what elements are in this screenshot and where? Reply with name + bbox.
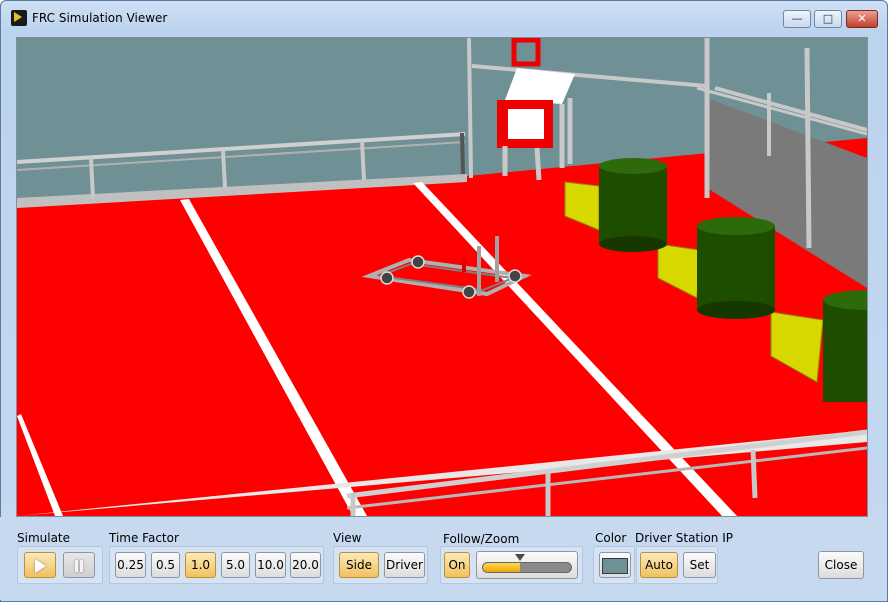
zoom-slider-fill <box>483 563 520 572</box>
view-label: View <box>333 531 362 545</box>
tower <box>697 226 775 310</box>
ip-set-button[interactable]: Set <box>683 552 716 578</box>
back-post <box>467 38 473 179</box>
time-factor-10-0-button[interactable]: 10.0 <box>255 552 286 578</box>
tower <box>823 300 867 402</box>
window-title: FRC Simulation Viewer <box>32 11 168 25</box>
near-post <box>750 449 758 499</box>
field-scene <box>17 38 867 516</box>
time-factor-1-0-button[interactable]: 1.0 <box>185 552 216 578</box>
window-close-button[interactable]: ✕ <box>846 10 878 28</box>
time-factor-5-0-button[interactable]: 5.0 <box>221 552 250 578</box>
structure-window <box>506 107 546 141</box>
simulate-label: Simulate <box>17 531 71 545</box>
tower-top <box>599 158 667 174</box>
view-side-button[interactable]: Side <box>339 552 379 578</box>
simulation-viewport[interactable] <box>16 37 868 517</box>
tower-top <box>697 217 775 235</box>
minimize-button[interactable]: — <box>783 10 811 28</box>
rail-post <box>460 132 465 175</box>
rail-post <box>89 157 95 199</box>
rail-post <box>221 149 227 189</box>
color-swatch <box>602 557 628 574</box>
play-icon <box>34 558 46 573</box>
color-button[interactable] <box>599 552 631 578</box>
rail-post <box>360 140 366 181</box>
color-label: Color <box>595 531 627 545</box>
view-driver-button[interactable]: Driver <box>384 552 425 578</box>
tower <box>599 166 667 244</box>
time-factor-0-25-button[interactable]: 0.25 <box>115 552 146 578</box>
structure-leg <box>534 147 542 181</box>
app-icon <box>11 10 27 26</box>
follow-zoom-label: Follow/Zoom <box>443 532 520 546</box>
tower-bottom <box>697 301 775 319</box>
driver-station-ip-label: Driver Station IP <box>635 531 733 545</box>
pause-icon <box>75 559 83 572</box>
title-bar[interactable]: FRC Simulation Viewer — □ ✕ <box>1 1 887 31</box>
maximize-button[interactable]: □ <box>814 10 842 28</box>
time-factor-20-0-button[interactable]: 20.0 <box>290 552 321 578</box>
time-factor-label: Time Factor <box>109 531 179 545</box>
time-factor-0-5-button[interactable]: 0.5 <box>151 552 180 578</box>
play-button[interactable] <box>24 552 56 578</box>
zoom-slider-thumb[interactable] <box>514 554 525 561</box>
side-post <box>804 47 812 249</box>
zoom-slider[interactable] <box>476 551 578 579</box>
close-button[interactable]: Close <box>818 551 864 579</box>
zoom-slider-track[interactable] <box>482 562 572 573</box>
tower-bottom <box>599 236 667 252</box>
pause-button[interactable] <box>63 552 95 578</box>
follow-on-button[interactable]: On <box>444 552 470 578</box>
ip-auto-button[interactable]: Auto <box>640 552 678 578</box>
